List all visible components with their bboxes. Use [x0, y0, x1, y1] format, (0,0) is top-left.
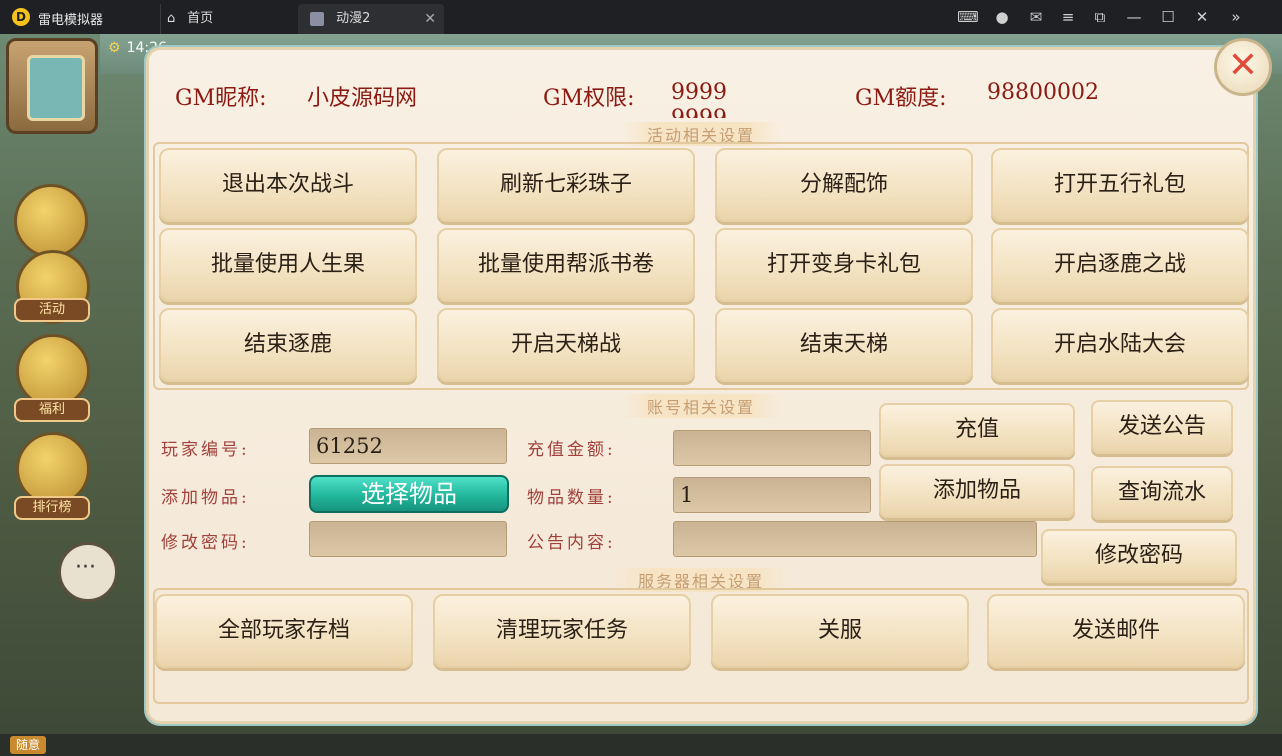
gm-panel: GM昵称: 小皮源码网 GM权限: 9999 9999 GM额度: 988000… — [146, 47, 1256, 724]
password-input[interactable] — [309, 521, 507, 557]
open-transform-pack-button[interactable]: 打开变身卡礼包 — [715, 228, 973, 302]
minimize-icon[interactable]: — — [1122, 6, 1146, 28]
tab-game[interactable]: 动漫2 ✕ — [298, 4, 444, 34]
restore-icon[interactable]: ⧉ — [1088, 6, 1112, 28]
home-icon: ⌂ — [167, 11, 176, 26]
save-all-players-button[interactable]: 全部玩家存档 — [155, 594, 413, 668]
welfare-icon[interactable] — [16, 334, 90, 408]
recharge-amount-label: 充值金额: — [527, 440, 616, 460]
account-section-title: 账号相关设置 — [149, 394, 1253, 418]
start-ladder-button[interactable]: 开启天梯战 — [437, 308, 695, 382]
end-ladder-button[interactable]: 结束天梯 — [715, 308, 973, 382]
recharge-button[interactable]: 充值 — [879, 403, 1075, 457]
item-quantity-input[interactable]: 1 — [673, 477, 871, 513]
notice-content-label: 公告内容: — [527, 533, 616, 553]
user-icon[interactable]: ● — [990, 6, 1014, 28]
open-wuxing-pack-button[interactable]: 打开五行礼包 — [991, 148, 1249, 222]
map-icon[interactable] — [6, 38, 98, 134]
notice-content-input[interactable] — [673, 521, 1037, 557]
gm-nickname-value: 小皮源码网 — [307, 86, 418, 111]
menu-icon[interactable]: ≡ — [1056, 6, 1080, 28]
recharge-amount-input[interactable] — [673, 430, 871, 466]
welfare-label: 福利 — [14, 398, 90, 422]
exit-battle-button[interactable]: 退出本次战斗 — [159, 148, 417, 222]
start-zhulu-button[interactable]: 开启逐鹿之战 — [991, 228, 1249, 302]
mail-icon[interactable]: ✉ — [1024, 6, 1048, 28]
activity-label: 活动 — [14, 298, 90, 322]
window-controls: ⌨ ● ✉ ≡ ⧉ — ☐ ✕ » — [952, 0, 1282, 34]
query-flow-button[interactable]: 查询流水 — [1091, 466, 1233, 520]
maximize-icon[interactable]: ☐ — [1156, 6, 1180, 28]
refresh-pearl-button[interactable]: 刷新七彩珠子 — [437, 148, 695, 222]
gm-nickname-label: GM昵称: — [175, 86, 267, 111]
decompose-accessory-button[interactable]: 分解配饰 — [715, 148, 973, 222]
send-notice-button[interactable]: 发送公告 — [1091, 400, 1233, 454]
change-password-label: 修改密码: — [161, 533, 250, 553]
use-guild-scroll-button[interactable]: 批量使用帮派书卷 — [437, 228, 695, 302]
bottom-strip — [0, 734, 1282, 756]
player-id-label: 玩家编号: — [161, 440, 250, 460]
gm-permission-value: 9999 9999 — [671, 80, 727, 118]
chat-icon[interactable] — [58, 542, 118, 602]
player-id-input[interactable]: 61252 — [309, 428, 507, 464]
settings-gear-icon[interactable]: ⚙ — [108, 40, 121, 56]
ranking-label: 排行榜 — [14, 496, 90, 520]
tab-home-label: 首页 — [187, 11, 214, 26]
app-name: 雷电模拟器 — [38, 13, 104, 28]
pick-item-button[interactable]: 选择物品 — [309, 475, 509, 513]
start-shuilu-button[interactable]: 开启水陆大会 — [991, 308, 1249, 382]
add-item-button[interactable]: 添加物品 — [879, 464, 1075, 518]
app-logo-icon: D — [12, 8, 30, 26]
gamepad-icon[interactable]: ⌨ — [956, 6, 980, 28]
end-zhulu-button[interactable]: 结束逐鹿 — [159, 308, 417, 382]
shutdown-server-button[interactable]: 关服 — [711, 594, 969, 668]
tab-home[interactable]: ⌂ 首页 — [160, 4, 290, 34]
tab-game-label: 动漫2 — [336, 11, 371, 26]
gm-credit-label: GM额度: — [855, 86, 947, 111]
bottom-tag[interactable]: 随意 — [10, 736, 46, 754]
gm-credit-value: 98800002 — [987, 80, 1099, 105]
clear-player-tasks-button[interactable]: 清理玩家任务 — [433, 594, 691, 668]
collapse-icon[interactable]: » — [1224, 6, 1248, 28]
checkin-icon[interactable] — [14, 184, 88, 258]
send-mail-button[interactable]: 发送邮件 — [987, 594, 1245, 668]
game-thumbnail-icon — [310, 11, 324, 26]
close-icon[interactable]: ✕ — [1190, 6, 1214, 28]
item-quantity-label: 物品数量: — [527, 488, 616, 508]
gm-permission-label: GM权限: — [543, 86, 635, 111]
add-item-label: 添加物品: — [161, 488, 250, 508]
ranking-icon[interactable] — [16, 432, 90, 506]
use-ginseng-fruit-button[interactable]: 批量使用人生果 — [159, 228, 417, 302]
emulator-titlebar: D 雷电模拟器 ⌂ 首页 动漫2 ✕ ⌨ ● ✉ ≡ ⧉ — ☐ ✕ » — [0, 0, 1282, 34]
panel-close-icon[interactable]: ✕ — [1214, 38, 1272, 96]
tab-close-icon[interactable]: ✕ — [424, 4, 436, 34]
